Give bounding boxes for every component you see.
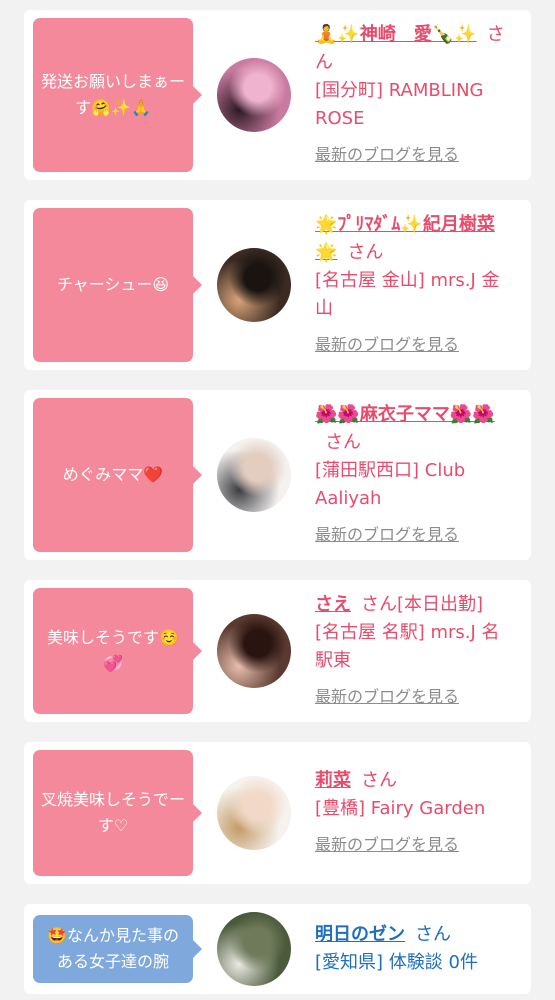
avatar[interactable] bbox=[217, 248, 291, 322]
profile-info: さえ さん[本日出勤] [名古屋 名駅] mrs.J 名駅東最新のブログを見る bbox=[315, 591, 510, 711]
name-suffix: さん bbox=[361, 770, 397, 791]
latest-blog-link[interactable]: 最新のブログを見る bbox=[315, 831, 459, 859]
name-line: 明日のゼン さん bbox=[315, 921, 510, 949]
avatar[interactable] bbox=[217, 614, 291, 688]
avatar[interactable] bbox=[217, 58, 291, 132]
avatar[interactable] bbox=[217, 438, 291, 512]
message-card: 叉焼美味しそうでーす♡ 莉菜 さん [豊橋] Fairy Garden 最新のブログを見… bbox=[24, 742, 531, 884]
profile-name-link[interactable]: 🌟ﾌﾟﾘﾏﾀﾞﾑ✨紀月樹菜🌟 bbox=[315, 214, 495, 263]
name-line: 🌺🌺麻衣子ママ🌺🌺 さん bbox=[315, 401, 510, 457]
shop-label: [愛知県] 体験談 0件 bbox=[315, 952, 478, 973]
name-suffix: さん bbox=[415, 924, 451, 945]
profile-info: 明日のゼン さん [愛知県] 体験談 0件 bbox=[315, 921, 510, 977]
message-bubble: 叉焼美味しそうでーす♡ bbox=[33, 750, 202, 876]
message-list: 発送お願いしまぁーす🤗✨🙏 🧘✨神崎 愛🍾✨ さん [国分町] RAMBLING RO… bbox=[0, 0, 555, 994]
shop-label: [豊橋] Fairy Garden bbox=[315, 798, 486, 819]
name-line: さえ さん[本日出勤] bbox=[315, 591, 510, 619]
message-card: チャーシュー😆 🌟ﾌﾟﾘﾏﾀﾞﾑ✨紀月樹菜🌟 さん [名古屋 金山] mrs.J 金山… bbox=[24, 200, 531, 370]
profile-name-link[interactable]: 🧘✨神崎 愛🍾✨ bbox=[315, 24, 477, 45]
latest-blog-link[interactable]: 最新のブログを見る bbox=[315, 683, 459, 711]
profile-info: 🌟ﾌﾟﾘﾏﾀﾞﾑ✨紀月樹菜🌟 さん [名古屋 金山] mrs.J 金山 最新のブログを… bbox=[315, 211, 510, 359]
latest-blog-link[interactable]: 最新のブログを見る bbox=[315, 141, 459, 169]
message-bubble: チャーシュー😆 bbox=[33, 208, 202, 362]
profile-name-link[interactable]: 莉菜 bbox=[315, 770, 351, 791]
profile-name-link[interactable]: さえ bbox=[315, 594, 351, 615]
name-line: 🧘✨神崎 愛🍾✨ さん bbox=[315, 21, 510, 77]
message-bubble: めぐみママ❤️ bbox=[33, 398, 202, 552]
name-suffix: さん[本日出勤] bbox=[361, 594, 484, 615]
profile-info: 🧘✨神崎 愛🍾✨ さん [国分町] RAMBLING ROSE 最新のブログを見る bbox=[315, 21, 510, 169]
latest-blog-link[interactable]: 最新のブログを見る bbox=[315, 331, 459, 359]
avatar[interactable] bbox=[217, 776, 291, 850]
shop-label: [名古屋 金山] mrs.J 金山 bbox=[315, 270, 500, 319]
message-bubble: 美味しそうです☺️💞 bbox=[33, 588, 202, 714]
name-line: 🌟ﾌﾟﾘﾏﾀﾞﾑ✨紀月樹菜🌟 さん bbox=[315, 211, 510, 267]
latest-blog-link[interactable]: 最新のブログを見る bbox=[315, 521, 459, 549]
shop-label: [蒲田駅西口] Club Aaliyah bbox=[315, 460, 466, 509]
shop-label: [国分町] RAMBLING ROSE bbox=[315, 80, 484, 129]
message-card: 美味しそうです☺️💞 さえ さん[本日出勤] [名古屋 名駅] mrs.J 名駅東最新… bbox=[24, 580, 531, 722]
name-suffix: さん bbox=[347, 242, 384, 263]
profile-name-link[interactable]: 明日のゼン bbox=[315, 924, 405, 945]
shop-label: [名古屋 名駅] mrs.J 名駅東 bbox=[315, 622, 500, 671]
message-bubble: 発送お願いしまぁーす🤗✨🙏 bbox=[33, 18, 202, 172]
name-suffix: さん bbox=[325, 432, 361, 453]
message-bubble: 🤩なんか見た事のある女子達の腕 bbox=[33, 915, 202, 983]
avatar[interactable] bbox=[217, 912, 291, 986]
message-card: めぐみママ❤️ 🌺🌺麻衣子ママ🌺🌺 さん [蒲田駅西口] Club Aaliyah 最新… bbox=[24, 390, 531, 560]
profile-info: 🌺🌺麻衣子ママ🌺🌺 さん [蒲田駅西口] Club Aaliyah 最新のブログを見る bbox=[315, 401, 510, 549]
profile-info: 莉菜 さん [豊橋] Fairy Garden 最新のブログを見る bbox=[315, 767, 510, 859]
profile-name-link[interactable]: 🌺🌺麻衣子ママ🌺🌺 bbox=[315, 404, 495, 425]
message-card: 発送お願いしまぁーす🤗✨🙏 🧘✨神崎 愛🍾✨ さん [国分町] RAMBLING RO… bbox=[24, 10, 531, 180]
message-card: 🤩なんか見た事のある女子達の腕 明日のゼン さん [愛知県] 体験談 0件 bbox=[24, 904, 531, 994]
name-line: 莉菜 さん bbox=[315, 767, 510, 795]
